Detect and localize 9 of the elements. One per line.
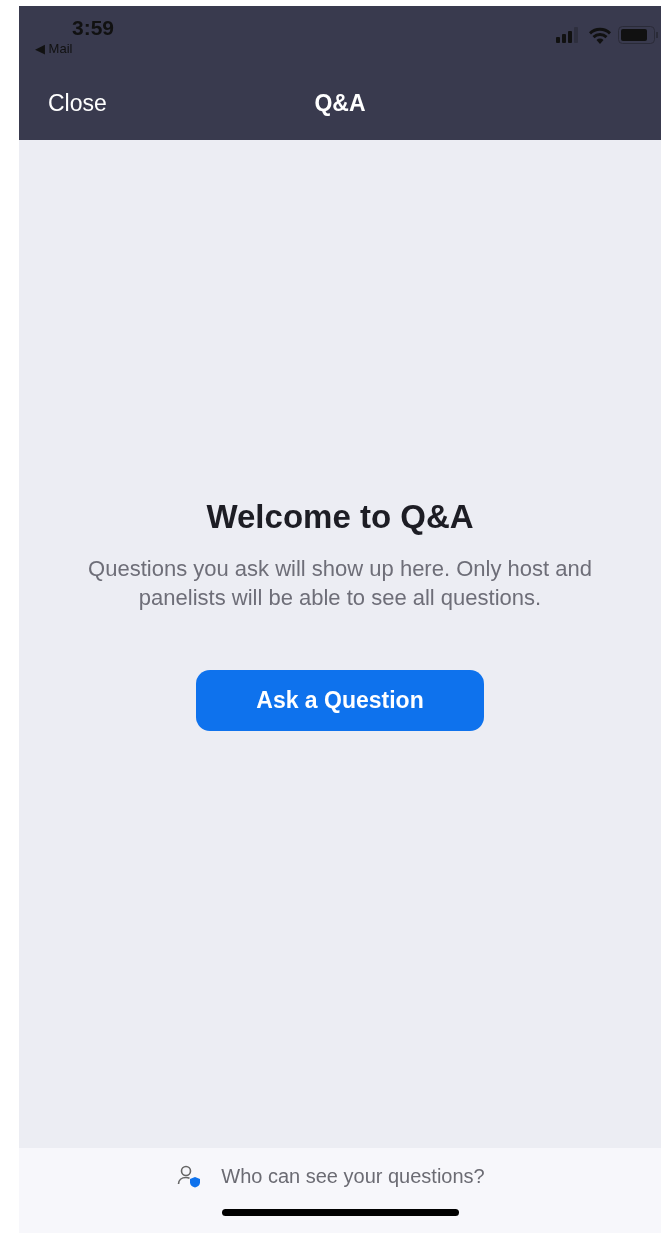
battery-icon xyxy=(618,26,658,44)
close-button[interactable]: Close xyxy=(48,89,107,117)
status-time: 3:59 xyxy=(72,16,115,40)
visibility-info-link[interactable]: Who can see your questions? xyxy=(221,1164,485,1188)
info-text: Questions you ask will show up here. Only host and panelists will be able to see all questions. xyxy=(87,555,593,612)
welcome-heading: Welcome to Q&A xyxy=(206,498,474,536)
wifi-icon xyxy=(588,26,612,44)
screen-title: Q&A xyxy=(314,89,366,117)
ask-question-button[interactable]: Ask a Question xyxy=(196,670,484,731)
